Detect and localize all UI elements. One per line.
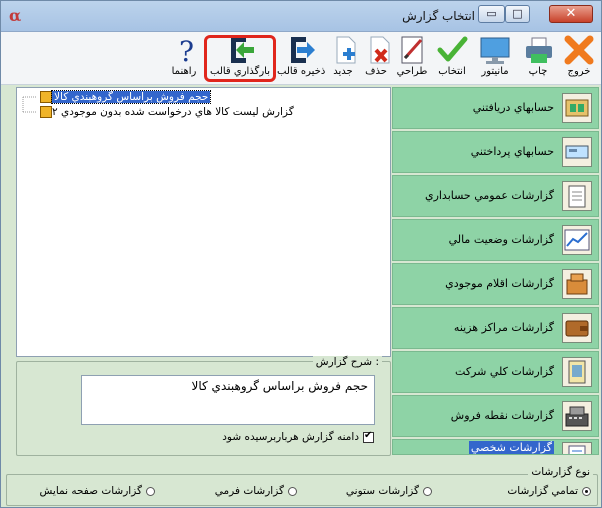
select-button[interactable]: انتخاب [433,34,471,82]
description-legend: شرح گزارش : [312,356,382,368]
radio-label: گزارشات ستوني [345,485,419,497]
radio-label: گزارشات صفحه نمايش [39,485,142,497]
category-list: حسابهاي دريافتني حسابهاي پرداختني گزارشا… [392,87,600,455]
monitor-icon [477,34,513,66]
save-template-icon [283,34,319,66]
maximize-icon: □ [512,7,523,20]
category-financial-status[interactable]: گزارشات وضعيت مالي [392,219,599,261]
category-label: گزارشات عمومي حسابداري [424,189,554,202]
radio-button[interactable] [423,486,432,496]
close-button[interactable]: ✕ [549,5,593,23]
radio-label: گزارشات فرمي [214,485,284,497]
category-label: گزارشات شخصي [468,441,554,454]
receivables-icon [562,93,592,123]
exit-button[interactable]: خروج [559,34,599,82]
description-group: شرح گزارش : حجم فروش براساس گروهبندي كال… [16,356,391,456]
category-accounting-reports[interactable]: گزارشات عمومي حسابداري [392,175,599,217]
new-label: جديد [333,66,353,77]
select-label: انتخاب [438,66,466,77]
tree-item[interactable]: حجم فروش براساس گروهبندي كالا [37,90,212,104]
svg-text:?: ? [179,35,194,66]
financial-status-icon [562,225,592,255]
radio-label: تمامي گزارشات [507,485,578,497]
delete-icon [361,34,397,66]
category-pos[interactable]: گزارشات نقطه فروش [392,395,599,437]
design-icon [394,34,430,66]
recheck-range-option[interactable]: دامنه گزارش هرباربرسيده شود [222,430,374,443]
recheck-range-checkbox[interactable] [363,430,374,443]
company-reports-icon [562,357,592,387]
report-type-legend: نوع گزارشات [528,466,593,478]
delete-label: حذف [365,66,387,77]
category-receivables[interactable]: حسابهاي دريافتني [392,87,599,129]
help-icon: ? [167,34,203,68]
category-label: گزارشات اقلام موجودي [445,277,554,290]
recheck-range-label: دامنه گزارش هرباربرسيده شود [222,431,359,443]
report-file-icon [40,91,52,103]
save-template-button[interactable]: ذخيره قالب [277,34,325,82]
pos-icon [562,401,592,431]
new-icon [327,34,363,66]
exit-label: خروج [567,66,591,77]
category-inventory[interactable]: گزارشات اقلام موجودي [392,263,599,305]
save-template-label: ذخيره قالب [277,66,326,77]
accounting-reports-icon [562,181,592,211]
report-file-icon [40,106,52,118]
print-label: چاپ [528,66,548,77]
tree-item[interactable]: گزارش ليست كالا هاي درخواست شده بدون موج… [37,105,294,119]
load-template-highlight [204,35,276,82]
design-label: طراحي [396,66,428,77]
personal-reports-icon [562,442,592,454]
close-icon: ✕ [565,6,577,21]
category-label: حسابهاي پرداختني [470,145,554,158]
inventory-icon [562,269,592,299]
monitor-button[interactable]: مانيتور [473,34,517,82]
delete-button[interactable]: حذف [361,34,391,82]
radio-button[interactable] [288,486,297,496]
tree-item-label: گزارش ليست كالا هاي درخواست شده بدون موج… [52,106,294,118]
category-payables[interactable]: حسابهاي پرداختني [392,131,599,173]
print-button[interactable]: چاپ [521,34,555,82]
radio-button[interactable] [582,486,591,496]
radio-screen-reports[interactable]: گزارشات صفحه نمايش [40,485,155,497]
toolbar: ? راهنما بارگذاري قالب ذخيره قالب جديد ح… [1,32,601,85]
radio-all-reports[interactable]: تمامي گزارشات [507,485,591,497]
help-label: راهنما [171,66,197,77]
radio-form-reports[interactable]: گزارشات فرمي [215,485,297,497]
radio-column-reports[interactable]: گزارشات ستوني [346,485,432,497]
window-title: انتخاب گزارش [402,9,475,23]
help-button[interactable]: ? راهنما [167,34,201,82]
category-cost-centers[interactable]: گزارشات مراكز هزينه [392,307,599,349]
new-button[interactable]: جديد [327,34,359,82]
payables-icon [562,137,592,167]
category-label: حسابهاي دريافتني [472,101,554,114]
category-personal-reports[interactable]: گزارشات شخصي [392,439,599,455]
description-field[interactable]: حجم فروش براساس گروهبندي كالا [81,375,375,425]
category-label: گزارشات كلي شركت [455,365,554,378]
title-bar: α انتخاب گزارش ▭ □ ✕ [1,1,601,32]
cost-centers-icon [562,313,592,343]
tree-item-label: حجم فروش براساس گروهبندي كالا [50,90,212,104]
monitor-label: مانيتور [481,66,509,77]
exit-icon [561,34,597,66]
design-button[interactable]: طراحي [393,34,431,82]
category-label: گزارشات مراكز هزينه [453,321,554,334]
report-type-group: نوع گزارشات تمامي گزارشات گزارشات ستوني … [6,466,598,506]
radio-button[interactable] [146,486,155,496]
report-tree[interactable]: حجم فروش براساس گروهبندي كالا گزارش ليست… [16,87,391,357]
minimize-button[interactable]: ▭ [478,5,505,23]
category-company-reports[interactable]: گزارشات كلي شركت [392,351,599,393]
category-label: گزارشات وضعيت مالي [448,233,554,246]
maximize-button[interactable]: □ [505,5,530,23]
print-icon [521,34,557,66]
select-icon [434,34,470,66]
app-logo-icon: α [9,6,22,25]
minimize-icon: ▭ [486,7,497,20]
category-label: گزارشات نقطه فروش [450,409,554,422]
report-selection-window: α انتخاب گزارش ▭ □ ✕ ? راهنما بارگذاري ق… [0,0,602,508]
